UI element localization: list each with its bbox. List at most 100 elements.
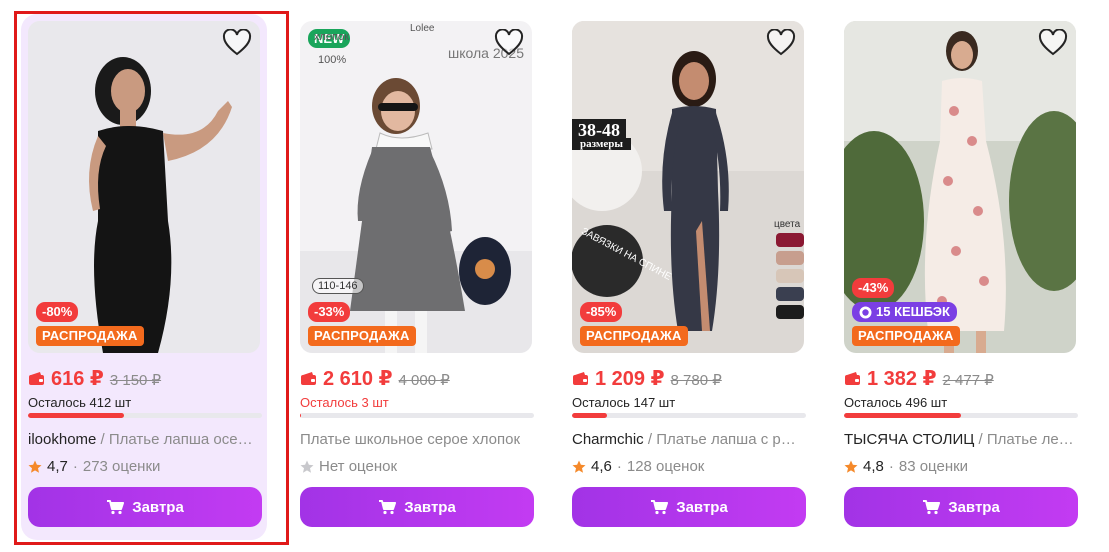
stock-text: Осталось 3 шт	[300, 395, 389, 410]
product-grid: -80% РАСПРОДАЖА 616 ₽ 3 150 ₽ Осталось 4…	[0, 0, 1109, 552]
star-icon	[28, 460, 42, 473]
product-photo[interactable]: -80% РАСПРОДАЖА	[28, 21, 260, 353]
stock-bar	[844, 413, 1078, 418]
price: 2 610 ₽	[323, 368, 393, 390]
cashback-label: 15 КЕШБЭК	[876, 304, 950, 319]
sale-tag: РАСПРОДАЖА	[580, 326, 688, 346]
wallet-icon	[573, 372, 588, 385]
price-row: 2 610 ₽ 4 000 ₽	[300, 366, 450, 391]
old-price: 8 780 ₽	[670, 372, 722, 389]
delivery-button[interactable]: Завтра	[28, 487, 262, 527]
price-row: 1 382 ₽ 2 477 ₽	[844, 366, 994, 391]
cart-icon	[923, 500, 941, 515]
favorite-button[interactable]	[222, 29, 252, 57]
wallet-icon	[301, 372, 316, 385]
product-card-4[interactable]: -43% 15 КЕШБЭК РАСПРОДАЖА 1 382 ₽ 2 477 …	[837, 14, 1083, 540]
stock-bar	[572, 413, 806, 418]
reviews-count: 273 оценки	[82, 458, 161, 475]
stock-text: Осталось 147 шт	[572, 395, 676, 410]
stock-text: Осталось 496 шт	[844, 395, 948, 410]
wallet-icon	[845, 372, 860, 385]
delivery-button-label: Завтра	[676, 498, 728, 516]
discount-badge: -80%	[36, 302, 79, 322]
stock-bar-fill	[300, 413, 302, 418]
product-photo[interactable]: -43% 15 КЕШБЭК РАСПРОДАЖА	[844, 21, 1076, 353]
price-row: 1 209 ₽ 8 780 ₽	[572, 366, 722, 391]
stock-bar-fill	[844, 413, 961, 418]
photo-size-chip: 110-146	[312, 278, 364, 294]
product-photo[interactable]: 38-48 размеры ЗАВЯЗКИ НА СПИНЕ цвета -85…	[572, 21, 804, 353]
star-icon	[572, 460, 586, 473]
favorite-button[interactable]	[766, 29, 796, 57]
photo-caption-percent: 100%	[318, 54, 347, 66]
old-price: 3 150 ₽	[109, 372, 162, 389]
price-row: 616 ₽ 3 150 ₽	[28, 366, 161, 391]
photo-caption-material: хлопок	[314, 31, 350, 43]
brand-name: Charmchic	[572, 431, 644, 448]
delivery-button-label: Завтра	[404, 498, 456, 516]
delivery-button-label: Завтра	[132, 498, 184, 516]
brand-name: ilookhome	[28, 431, 97, 448]
rating: 4,6 · 128 оценок	[572, 458, 704, 475]
stock-bar-fill	[28, 413, 124, 418]
delivery-button[interactable]: Завтра	[572, 487, 806, 527]
wallet-icon	[29, 372, 44, 385]
reviews-count: 83 оценки	[898, 458, 969, 475]
rating-value: 4,8	[863, 458, 884, 475]
stock-bar	[300, 413, 534, 418]
product-title[interactable]: ilookhome / Платье лапша осе…	[28, 431, 262, 448]
old-price: 2 477 ₽	[942, 372, 994, 389]
stock-text: Осталось 412 шт	[28, 395, 132, 410]
reviews-count: 128 оценок	[626, 458, 705, 475]
stock-bar	[28, 413, 262, 418]
star-icon	[300, 460, 314, 473]
no-rating-text: Нет оценок	[319, 458, 398, 475]
product-card-1[interactable]: -80% РАСПРОДАЖА 616 ₽ 3 150 ₽ Осталось 4…	[21, 14, 267, 540]
delivery-button[interactable]: Завтра	[300, 487, 534, 527]
photo-size-caption: размеры	[572, 138, 631, 150]
price: 1 209 ₽	[595, 368, 665, 390]
old-price: 4 000 ₽	[398, 372, 450, 389]
cashback-coin-icon	[859, 306, 872, 318]
rating: 4,8 · 83 оценки	[844, 458, 968, 475]
favorite-button[interactable]	[1038, 29, 1068, 57]
product-title[interactable]: Платье школьное серое хлопок	[300, 431, 534, 448]
heart-icon	[766, 29, 796, 56]
photo-caption-colors: цвета	[774, 219, 801, 230]
delivery-button-label: Завтра	[948, 498, 1000, 516]
product-name: Платье ле…	[986, 431, 1074, 448]
product-name: Платье лапша с р…	[656, 431, 796, 448]
discount-badge: -43%	[852, 278, 895, 298]
price: 1 382 ₽	[867, 368, 937, 390]
heart-icon	[1038, 29, 1068, 56]
product-name: Платье лапша осе…	[108, 431, 253, 448]
product-photo[interactable]: NEW хлопок 100% Lolee школа 2025 110-146…	[300, 21, 532, 353]
cashback-badge: 15 КЕШБЭК	[852, 302, 957, 322]
rating-value: 4,6	[591, 458, 612, 475]
heart-icon	[222, 29, 252, 56]
cart-icon	[379, 500, 397, 515]
product-card-2[interactable]: NEW хлопок 100% Lolee школа 2025 110-146…	[293, 14, 539, 540]
rating: 4,7 · 273 оценки	[28, 458, 160, 475]
discount-badge: -85%	[580, 302, 623, 322]
sale-tag: РАСПРОДАЖА	[36, 326, 144, 346]
stock-bar-fill	[572, 413, 608, 418]
heart-icon	[494, 29, 524, 56]
star-icon	[844, 460, 858, 473]
product-name: Платье школьное серое хлопок	[300, 431, 521, 448]
product-title[interactable]: ТЫСЯЧА СТОЛИЦ / Платье ле…	[844, 431, 1078, 448]
photo-caption-brand: Lolee	[410, 23, 435, 34]
sale-tag: РАСПРОДАЖА	[308, 326, 416, 346]
cart-icon	[651, 500, 669, 515]
favorite-button[interactable]	[494, 29, 524, 57]
brand-name: ТЫСЯЧА СТОЛИЦ	[844, 431, 975, 448]
discount-badge: -33%	[308, 302, 351, 322]
product-card-3[interactable]: 38-48 размеры ЗАВЯЗКИ НА СПИНЕ цвета -85…	[565, 14, 811, 540]
cart-icon	[107, 500, 125, 515]
rating: Нет оценок	[300, 458, 397, 475]
price: 616 ₽	[51, 368, 104, 390]
sale-tag: РАСПРОДАЖА	[852, 326, 960, 346]
rating-value: 4,7	[47, 458, 68, 475]
product-title[interactable]: Charmchic / Платье лапша с р…	[572, 431, 806, 448]
delivery-button[interactable]: Завтра	[844, 487, 1078, 527]
